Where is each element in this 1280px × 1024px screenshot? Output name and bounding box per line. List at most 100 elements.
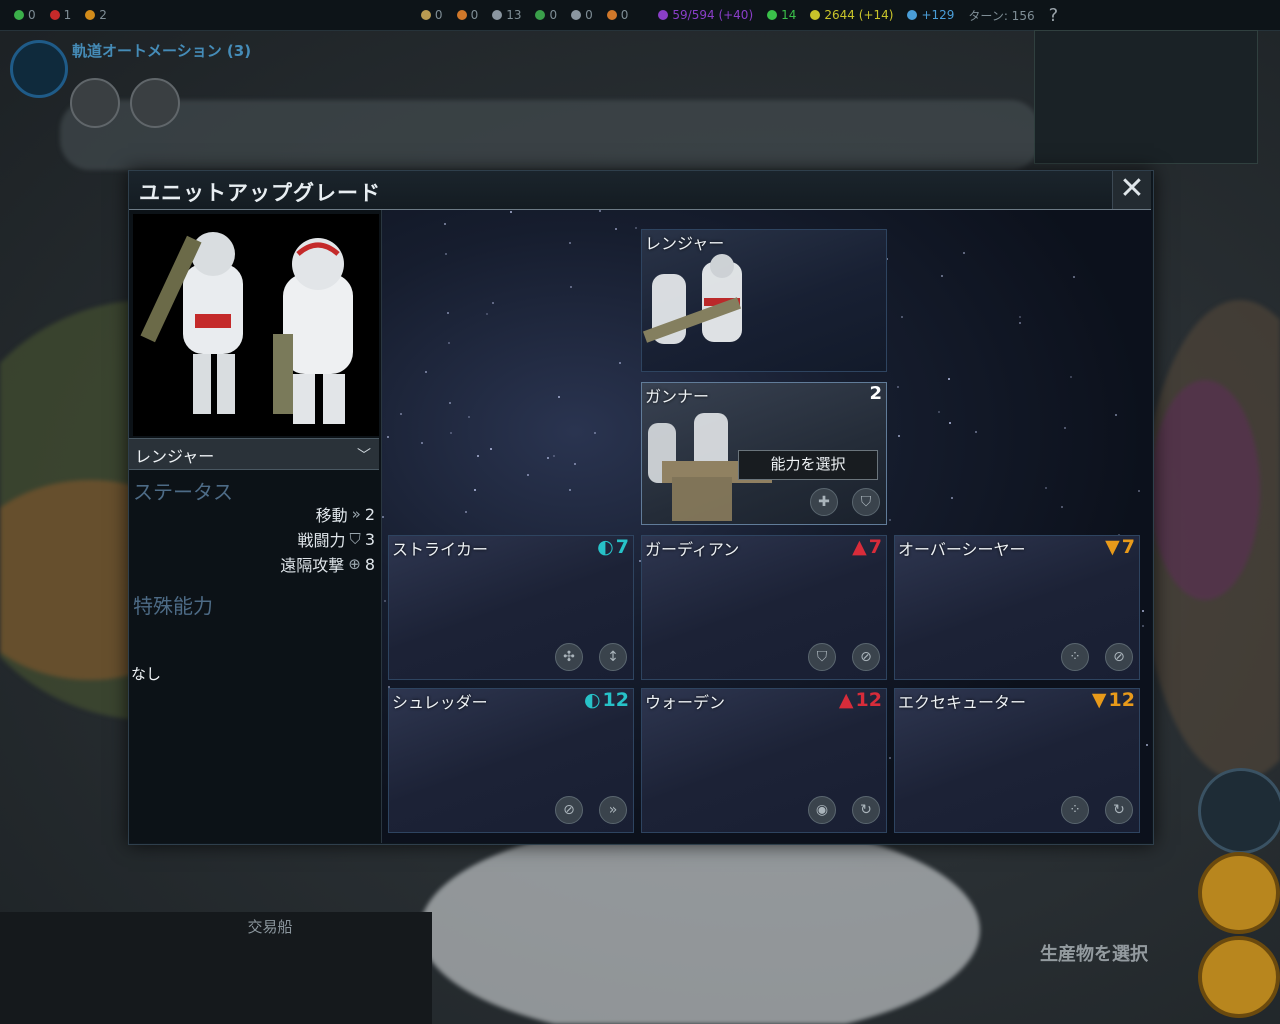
ability-icon[interactable]: ⊘ [852,643,880,671]
star [975,431,977,433]
card-title: シュレッダー [392,693,488,712]
stat-ranged: 遠隔攻撃 ⊕ 8 [280,552,375,576]
satellite-icon[interactable] [70,78,120,128]
star [474,489,476,491]
star [574,463,576,465]
ability-icon[interactable]: ⁘ [1061,643,1089,671]
choose-production-button[interactable]: 生産物を選択 [1040,940,1148,966]
eye-icon[interactable]: ◉ [808,796,836,824]
upgrade-card-executor[interactable]: エクセキューター ▼ 12 ⁘ ↻ [894,688,1140,833]
star [1142,610,1144,612]
star [449,402,451,404]
star [938,411,940,413]
resource-item: 13 [492,8,521,22]
harmony-icon: ▲ [852,536,867,558]
resource-icon [420,10,431,20]
special-abilities-value: なし [131,665,162,683]
ability-icon[interactable]: ⊘ [555,796,583,824]
star [963,252,965,254]
star [1019,316,1021,318]
ability-icon[interactable]: ⊘ [1105,643,1133,671]
star [447,312,449,314]
star [898,435,900,437]
top-resource-bar: 0 1 2 0 0 13 0 0 0 59/594 (+40) 14 2644 … [0,0,1280,31]
ability-icon[interactable]: ✣ [555,643,583,671]
star [492,302,494,304]
star [599,210,601,212]
star [1064,427,1066,429]
resource-item: +129 [907,8,954,22]
star [468,416,470,418]
star [615,228,617,230]
population-icon [492,10,503,20]
shield-icon: ⛉ [349,530,361,548]
star [465,511,467,513]
resource-item: 0 [14,8,36,22]
star [941,275,943,277]
help-button[interactable]: ? [1049,5,1059,26]
resource-item: 0 [571,8,593,22]
culture-total-icon [658,10,669,20]
upgrade-cost: ▲ 12 [838,689,882,711]
resource-icon [606,10,617,20]
ability-icon[interactable]: ↻ [1105,796,1133,824]
star [569,242,571,244]
affinity-icon [85,10,96,20]
star [951,497,953,499]
orbital-icon[interactable] [130,78,180,128]
resource-icon [535,10,546,20]
star [901,316,903,318]
star [1061,506,1063,508]
star [444,223,446,225]
star [1070,376,1072,378]
selected-unit-card[interactable]: ガンナー 2 能力を選択 ✚ ⛉ [641,382,887,525]
automation-icon[interactable] [10,40,68,98]
shield-ability-icon[interactable]: ⛉ [852,488,880,516]
upgrade-card-overseer[interactable]: オーバーシーヤー ▼ 7 ⁘ ⊘ [894,535,1140,680]
upgrade-card-striker[interactable]: ストライカー ◐ 7 ✣ ↕ [388,535,634,680]
star [619,362,621,364]
stat-value: 2 [364,504,375,524]
automation-panel: 軌道オートメーション (3) [6,38,296,128]
star [387,436,389,438]
star [486,313,488,315]
heal-ability-icon[interactable]: ✚ [810,488,838,516]
upgrade-card-guardian[interactable]: ガーディアン ▲ 7 ⛉ ⊘ [641,535,887,680]
star [594,432,596,434]
ability-icon[interactable]: » [599,796,627,824]
automation-label: 軌道オートメーション (3) [72,42,252,60]
city-icon[interactable] [1198,936,1280,1018]
card-title: ストライカー [392,540,489,559]
next-turn-button[interactable] [1198,768,1280,854]
star [635,227,637,229]
resource-item: 1 [49,8,71,22]
resource-item: 0 [420,8,443,22]
ability-icon[interactable]: ↻ [852,796,880,824]
energy-icon [810,10,821,20]
star [400,413,402,415]
unit-portrait [133,214,379,436]
ability-icon[interactable]: ⛉ [808,643,836,671]
city-icon[interactable] [1198,852,1280,934]
upgrade-tree: レンジャー ガンナー 2 能力を選択 ✚ ⛉ ストライカー ◐ 7 ✣ ↕ ガー… [382,210,1152,843]
unit-name: レンジャー [135,447,215,466]
base-unit-card: レンジャー [641,229,887,372]
star [1045,487,1047,489]
sword-icon[interactable]: ↕ [599,643,627,671]
star [1146,744,1148,746]
star [948,378,950,380]
close-button[interactable]: ✕ [1112,171,1151,209]
card-title: エクセキューター [898,693,1027,712]
resource-item: 59/594 (+40) [658,8,753,22]
card-title: オーバーシーヤー [898,540,1026,559]
stat-label: 戦闘力 [297,531,346,550]
upgrade-card-warden[interactable]: ウォーデン ▲ 12 ◉ ↻ [641,688,887,833]
unit-selector[interactable]: レンジャー ﹀ [129,438,379,470]
resource-item: 2644 (+14) [810,8,893,22]
choose-ability-button[interactable]: 能力を選択 [738,450,878,480]
star [949,422,951,424]
upgrade-card-shredder[interactable]: シュレッダー ◐ 12 ⊘ » [388,688,634,833]
special-abilities-header: 特殊能力 [133,594,213,618]
minimap[interactable] [1034,30,1258,164]
ability-icon[interactable]: ⁘ [1061,796,1089,824]
